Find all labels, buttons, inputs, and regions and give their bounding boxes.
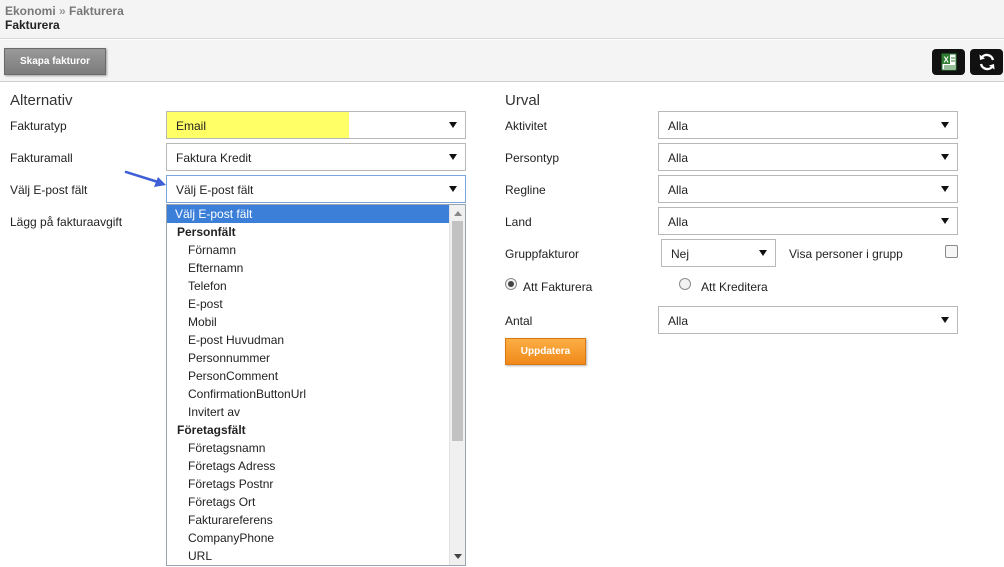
antal-label: Antal: [505, 314, 533, 328]
dropdown-option[interactable]: Personnummer: [167, 349, 450, 367]
dropdown-option[interactable]: Företagsnamn: [167, 439, 450, 457]
chevron-down-icon: [941, 186, 949, 192]
regline-select[interactable]: Alla: [658, 175, 958, 203]
scroll-thumb[interactable]: [452, 221, 463, 441]
scroll-up-icon[interactable]: [454, 211, 462, 216]
refresh-button[interactable]: [970, 49, 1003, 75]
land-value: Alla: [668, 215, 689, 229]
gruppfakturor-label: Gruppfakturor: [505, 247, 580, 261]
dropdown-option-selected[interactable]: Välj E-post fält: [167, 205, 450, 223]
gruppfakturor-select[interactable]: Nej: [661, 239, 776, 267]
aktivitet-value: Alla: [668, 119, 689, 133]
dropdown-option[interactable]: Fakturareferens: [167, 511, 450, 529]
dropdown-option[interactable]: Mobil: [167, 313, 450, 331]
att-fakturera-label[interactable]: Att Fakturera: [523, 280, 592, 294]
email-field-value: Välj E-post fält: [176, 183, 254, 197]
dropdown-option[interactable]: CompanyPhone: [167, 529, 450, 547]
invoice-fee-label: Lägg på fakturaavgift: [10, 215, 123, 229]
antal-value: Alla: [668, 314, 689, 328]
chevron-down-icon: [449, 186, 457, 192]
refresh-icon: [979, 53, 994, 71]
scroll-down-icon[interactable]: [454, 554, 462, 559]
aktivitet-select[interactable]: Alla: [658, 111, 958, 139]
chevron-down-icon: [941, 218, 949, 224]
breadcrumb-current[interactable]: Fakturera: [69, 4, 124, 18]
visa-personer-label: Visa personer i grupp: [789, 247, 903, 261]
excel-icon: X: [941, 53, 956, 71]
dropdown-option[interactable]: Företags Adress: [167, 457, 450, 475]
email-field-label: Välj E-post fält: [10, 183, 88, 197]
fakturatyp-label: Fakturatyp: [10, 119, 67, 133]
dropdown-option[interactable]: Efternamn: [167, 259, 450, 277]
dropdown-group-personfalt: Personfält: [177, 225, 236, 239]
dropdown-option[interactable]: Invitert av: [167, 403, 450, 421]
email-field-select[interactable]: Välj E-post fält: [166, 175, 466, 203]
chevron-down-icon: [941, 122, 949, 128]
arrow-icon: [124, 170, 166, 187]
dropdown-option[interactable]: Telefon: [167, 277, 450, 295]
svg-text:X: X: [943, 56, 949, 65]
persontyp-value: Alla: [668, 151, 689, 165]
gruppfakturor-value: Nej: [671, 247, 690, 261]
chevron-down-icon: [449, 154, 457, 160]
fakturamall-value: Faktura Kredit: [176, 151, 252, 165]
chevron-down-icon: [941, 317, 949, 323]
update-button[interactable]: Uppdatera: [505, 338, 586, 365]
att-kreditera-label[interactable]: Att Kreditera: [701, 280, 768, 294]
breadcrumb-parent[interactable]: Ekonomi: [5, 4, 56, 18]
antal-select[interactable]: Alla: [658, 306, 958, 334]
fakturamall-label: Fakturamall: [10, 151, 73, 165]
dropdown-option[interactable]: PersonComment: [167, 367, 450, 385]
dropdown-option[interactable]: E-post: [167, 295, 450, 313]
chevron-down-icon: [449, 122, 457, 128]
land-select[interactable]: Alla: [658, 207, 958, 235]
visa-personer-checkbox[interactable]: [945, 245, 958, 258]
att-kreditera-radio[interactable]: [679, 278, 691, 290]
fakturatyp-select[interactable]: Email: [166, 111, 466, 139]
persontyp-select[interactable]: Alla: [658, 143, 958, 171]
fakturatyp-value: Email: [176, 119, 207, 133]
page-header: Ekonomi » Fakturera Fakturera: [0, 0, 1004, 39]
regline-value: Alla: [668, 183, 689, 197]
dropdown-option[interactable]: E-post Huvudman: [167, 331, 450, 349]
land-label: Land: [505, 215, 532, 229]
dropdown-option[interactable]: ConfirmationButtonUrl: [167, 385, 450, 403]
regline-label: Regline: [505, 183, 546, 197]
chevron-down-icon: [941, 154, 949, 160]
create-invoices-button[interactable]: Skapa fakturor: [4, 48, 106, 75]
dropdown-option[interactable]: Företags Postnr: [167, 475, 450, 493]
alternativ-title: Alternativ: [10, 92, 73, 109]
email-field-dropdown[interactable]: Välj E-post fält Personfält Förnamn Efte…: [166, 204, 466, 566]
urval-title: Urval: [505, 92, 541, 109]
persontyp-label: Persontyp: [505, 151, 560, 165]
aktivitet-label: Aktivitet: [505, 119, 548, 133]
dropdown-option[interactable]: Förnamn: [167, 241, 450, 259]
page-title: Fakturera: [5, 18, 60, 32]
att-fakturera-radio[interactable]: [505, 278, 517, 290]
breadcrumb: Ekonomi » Fakturera: [5, 4, 124, 18]
fakturamall-select[interactable]: Faktura Kredit: [166, 143, 466, 171]
dropdown-scrollbar[interactable]: [449, 205, 465, 565]
chevron-down-icon: [759, 250, 767, 256]
toolbar: Skapa fakturor X: [0, 40, 1004, 82]
dropdown-option[interactable]: Företags Ort: [167, 493, 450, 511]
dropdown-group-foretagsfalt: Företagsfält: [177, 423, 246, 437]
breadcrumb-separator: »: [59, 4, 66, 18]
dropdown-option[interactable]: URL: [167, 547, 450, 565]
export-excel-button[interactable]: X: [932, 49, 965, 75]
